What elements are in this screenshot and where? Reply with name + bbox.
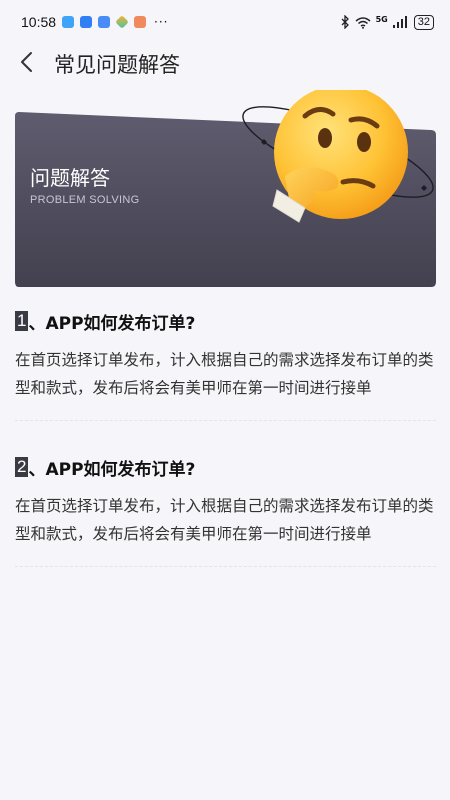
faq-banner: 问题解答 PROBLEM SOLVING <box>15 90 436 287</box>
thinking-face-icon <box>242 90 434 223</box>
more-notifications-icon: ··· <box>154 15 169 29</box>
battery-indicator: 32 <box>413 14 434 30</box>
banner-title: 问题解答 <box>30 166 110 190</box>
bluetooth-icon <box>341 15 349 29</box>
faq-answer: 在首页选择订单发布，计入根据自己的需求选择发布订单的类型和款式，发布后将会有美甲… <box>15 497 434 543</box>
faq-item: 1、 APP如何发布订单? 在首页选择订单发布，计入根据自己的需求选择发布订单的类… <box>15 300 436 421</box>
faq-question-text: APP如何发布订单? <box>45 459 196 480</box>
chevron-left-icon <box>21 52 32 72</box>
banner-subtitle: PROBLEM SOLVING <box>30 194 140 206</box>
status-bar: 10:58 ··· 5G 32 <box>0 0 450 44</box>
nav-header: 常见问题解答 <box>0 44 450 80</box>
faq-separator: 、 <box>28 313 46 334</box>
faq-number: 2 <box>15 457 29 477</box>
faq-answer: 在首页选择订单发布，计入根据自己的需求选择发布订单的类型和款式，发布后将会有美甲… <box>15 351 434 397</box>
wifi-icon <box>355 16 371 29</box>
network-type-label: 5G <box>375 14 388 24</box>
app-notification-icon <box>80 16 93 28</box>
page-title: 常见问题解答 <box>54 53 180 77</box>
signal-icon <box>392 16 407 28</box>
faq-question: 2、 APP如何发布订单? <box>15 446 436 488</box>
faq-separator: 、 <box>28 459 46 480</box>
game-notification-icon <box>134 16 147 28</box>
faq-list: 1、 APP如何发布订单? 在首页选择订单发布，计入根据自己的需求选择发布订单的类… <box>15 300 436 592</box>
faq-question: 1、 APP如何发布订单? <box>15 300 436 342</box>
status-time: 10:58 <box>21 14 57 30</box>
back-button[interactable] <box>16 48 40 76</box>
app-notification-icon <box>62 16 75 28</box>
faq-item: 2、 APP如何发布订单? 在首页选择订单发布，计入根据自己的需求选择发布订单的类… <box>15 446 436 567</box>
faq-number: 1 <box>15 311 29 331</box>
faq-question-text: APP如何发布订单? <box>45 313 196 334</box>
mail-notification-icon <box>98 16 111 28</box>
app-notification-icon <box>115 15 129 29</box>
